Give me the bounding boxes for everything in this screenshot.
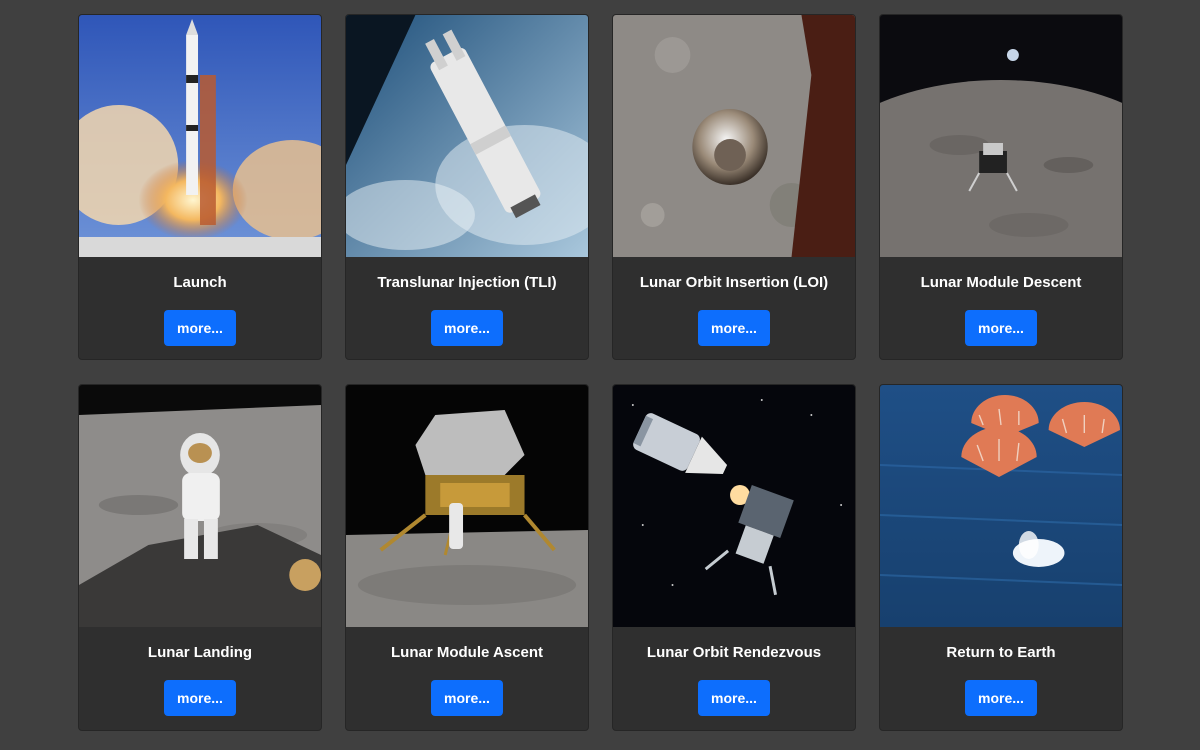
more-button-lm-ascent[interactable]: more...: [431, 680, 503, 716]
loi-image: [613, 15, 855, 257]
launch-image: [79, 15, 321, 257]
lunar-landing-image: [79, 385, 321, 627]
card-lunar-module-descent: Lunar Module Descent more...: [879, 14, 1123, 360]
card-title: Lunar Module Ascent: [391, 644, 543, 661]
rendezvous-image: [613, 385, 855, 627]
card-title: Return to Earth: [946, 644, 1056, 661]
splashdown-image: [880, 385, 1122, 627]
card-lunar-orbit-rendezvous: Lunar Orbit Rendezvous more...: [612, 384, 856, 731]
card-translunar-injection: Translunar Injection (TLI) more...: [345, 14, 589, 360]
more-button-lunar-landing[interactable]: more...: [164, 680, 236, 716]
card-title: Lunar Orbit Rendezvous: [646, 644, 822, 661]
card-title: Lunar Landing: [147, 644, 253, 661]
more-button-lm-descent[interactable]: more...: [965, 310, 1037, 346]
tli-image: [346, 15, 588, 257]
more-button-return-to-earth[interactable]: more...: [965, 680, 1037, 716]
card-lunar-orbit-insertion: Lunar Orbit Insertion (LOI) more...: [612, 14, 856, 360]
card-launch: Launch more...: [78, 14, 322, 360]
more-button-launch[interactable]: more...: [164, 310, 236, 346]
more-button-loi[interactable]: more...: [698, 310, 770, 346]
card-title: Launch: [173, 274, 227, 291]
card-return-to-earth: Return to Earth more...: [879, 384, 1123, 731]
card-title: Translunar Injection (TLI): [377, 274, 557, 291]
mission-phase-gallery: Launch more... Translunar Injection (TLI…: [78, 14, 1123, 731]
lm-descent-image: [880, 15, 1122, 257]
more-button-rendezvous[interactable]: more...: [698, 680, 770, 716]
card-title: Lunar Orbit Insertion (LOI): [639, 274, 829, 291]
more-button-tli[interactable]: more...: [431, 310, 503, 346]
card-lunar-module-ascent: Lunar Module Ascent more...: [345, 384, 589, 731]
card-title: Lunar Module Descent: [920, 274, 1082, 291]
lm-ascent-image: [346, 385, 588, 627]
card-lunar-landing: Lunar Landing more...: [78, 384, 322, 731]
